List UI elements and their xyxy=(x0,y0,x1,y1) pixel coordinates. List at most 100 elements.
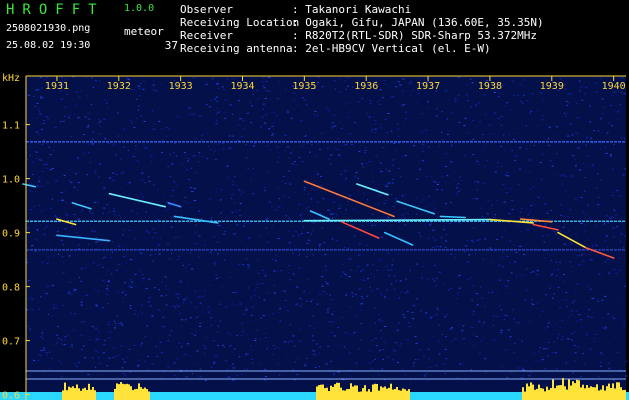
noise-speckle xyxy=(285,306,288,308)
noise-speckle xyxy=(219,110,222,112)
noise-speckle xyxy=(503,229,505,231)
noise-speckle xyxy=(561,174,564,175)
noise-speckle xyxy=(99,125,101,127)
x-tick-label: 1937 xyxy=(416,81,440,92)
noise-speckle xyxy=(183,152,186,154)
noise-speckle xyxy=(555,368,558,370)
noise-speckle xyxy=(226,78,229,80)
noise-speckle xyxy=(251,105,254,107)
noise-speckle xyxy=(108,337,111,339)
noise-speckle xyxy=(586,334,589,336)
noise-speckle xyxy=(355,172,358,174)
noise-speckle xyxy=(543,197,545,199)
noise-speckle xyxy=(610,306,613,308)
noise-speckle xyxy=(267,77,271,78)
noise-speckle xyxy=(279,348,281,350)
activity-bar xyxy=(286,394,288,400)
noise-speckle xyxy=(573,331,576,333)
noise-speckle xyxy=(601,299,604,301)
noise-speckle xyxy=(471,313,474,315)
noise-speckle xyxy=(409,269,411,271)
plot-background xyxy=(26,76,626,400)
noise-speckle xyxy=(397,81,400,83)
noise-speckle xyxy=(113,143,115,145)
noise-speckle xyxy=(40,159,43,161)
noise-speckle xyxy=(336,327,340,329)
noise-speckle xyxy=(303,189,305,191)
noise-speckle xyxy=(138,95,141,97)
activity-bar xyxy=(464,393,466,400)
noise-speckle xyxy=(597,173,599,175)
noise-speckle xyxy=(299,305,302,307)
noise-speckle xyxy=(610,216,613,218)
activity-bar xyxy=(480,393,482,400)
noise-speckle xyxy=(385,343,387,345)
noise-speckle xyxy=(79,90,83,92)
noise-speckle xyxy=(311,233,313,235)
noise-speckle xyxy=(393,275,396,277)
noise-speckle xyxy=(216,241,219,243)
noise-speckle xyxy=(482,137,484,138)
noise-speckle xyxy=(543,241,545,243)
noise-speckle xyxy=(567,216,570,218)
noise-speckle xyxy=(238,264,241,265)
noise-speckle xyxy=(583,190,586,192)
noise-speckle xyxy=(578,169,582,171)
activity-bar xyxy=(44,394,46,400)
activity-bar xyxy=(550,388,552,400)
noise-speckle xyxy=(197,256,200,258)
noise-speckle xyxy=(498,305,502,307)
noise-speckle xyxy=(107,284,109,286)
noise-speckle xyxy=(264,275,267,277)
noise-speckle xyxy=(169,205,171,207)
activity-bar xyxy=(304,396,306,400)
noise-speckle xyxy=(122,234,124,236)
noise-speckle xyxy=(345,274,347,276)
noise-speckle xyxy=(329,294,331,296)
noise-speckle xyxy=(326,311,329,313)
noise-speckle xyxy=(145,288,148,289)
noise-speckle xyxy=(358,151,361,152)
noise-speckle xyxy=(210,219,212,221)
noise-speckle xyxy=(147,131,149,133)
noise-speckle xyxy=(348,194,352,196)
noise-speckle xyxy=(580,319,583,321)
noise-speckle xyxy=(556,175,558,177)
noise-speckle xyxy=(239,203,242,204)
noise-speckle xyxy=(572,302,574,304)
noise-speckle xyxy=(339,91,341,93)
noise-speckle xyxy=(111,273,113,275)
noise-speckle xyxy=(40,128,44,130)
noise-speckle xyxy=(198,235,201,237)
noise-speckle xyxy=(547,326,549,328)
noise-speckle xyxy=(565,100,568,102)
noise-speckle xyxy=(130,286,133,288)
noise-speckle xyxy=(457,324,460,326)
noise-speckle xyxy=(409,94,412,96)
noise-speckle xyxy=(327,369,329,371)
noise-speckle xyxy=(463,251,466,253)
noise-speckle xyxy=(216,83,219,85)
noise-speckle xyxy=(335,148,338,150)
noise-speckle xyxy=(110,257,113,259)
noise-speckle xyxy=(42,97,45,99)
noise-speckle xyxy=(507,175,510,177)
noise-speckle xyxy=(146,325,149,327)
activity-bar xyxy=(362,388,364,400)
noise-speckle xyxy=(104,339,106,341)
noise-speckle xyxy=(570,142,572,144)
noise-speckle xyxy=(520,366,523,368)
activity-bar xyxy=(212,393,214,400)
noise-speckle xyxy=(542,235,544,237)
noise-speckle xyxy=(184,196,187,198)
noise-speckle xyxy=(126,128,129,130)
noise-speckle xyxy=(86,76,88,78)
noise-speckle xyxy=(54,214,56,216)
activity-bar xyxy=(372,384,374,400)
noise-speckle xyxy=(409,377,412,379)
noise-speckle xyxy=(355,314,357,316)
noise-speckle xyxy=(199,302,202,304)
noise-speckle xyxy=(350,375,352,377)
noise-speckle xyxy=(434,181,436,183)
noise-speckle xyxy=(289,183,292,185)
